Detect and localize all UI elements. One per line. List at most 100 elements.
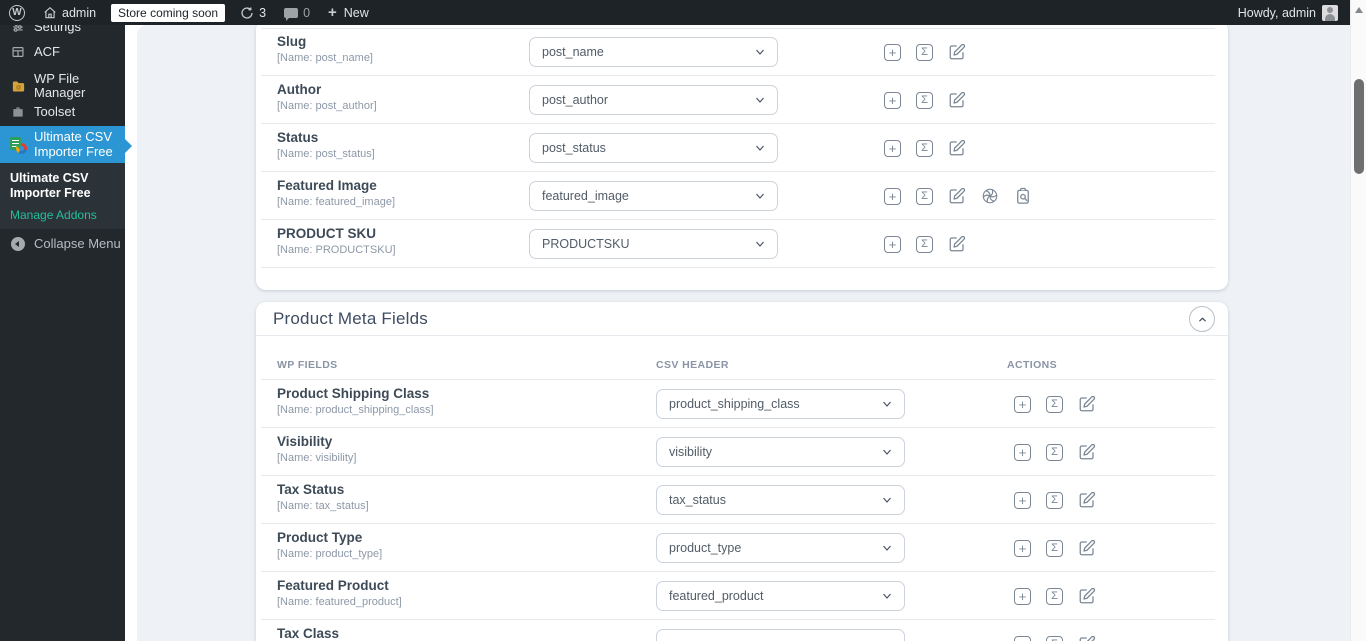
add-mapping-button[interactable]: + (884, 235, 901, 253)
csv-header-select[interactable]: post_name (529, 37, 778, 67)
csv-header-select[interactable]: featured_image (529, 181, 778, 211)
wp-field-name: [Name: featured_product] (277, 596, 402, 608)
formula-button[interactable]: Σ (1046, 635, 1063, 641)
chevron-up-icon (1198, 317, 1206, 321)
formula-button[interactable]: Σ (1046, 491, 1063, 509)
add-mapping-button[interactable]: + (1014, 635, 1031, 641)
edit-button[interactable] (948, 91, 966, 109)
add-mapping-button[interactable]: + (1014, 491, 1031, 509)
formula-button[interactable]: Σ (1046, 539, 1063, 557)
edit-button[interactable] (1078, 635, 1096, 641)
card-header: Product Meta Fields (256, 302, 1228, 336)
edit-button[interactable] (1078, 539, 1096, 557)
comments-indicator[interactable]: 0 (275, 0, 319, 25)
new-content-menu[interactable]: + New (319, 0, 378, 25)
edit-button[interactable] (1078, 395, 1096, 413)
wp-field-label: PRODUCT SKU (277, 226, 377, 241)
wp-field: Product Type [Name: product_type] (277, 530, 382, 560)
row-actions: + Σ (1014, 620, 1096, 641)
add-mapping-button[interactable]: + (1014, 395, 1031, 413)
csv-header-select[interactable]: product_type (656, 533, 905, 563)
csv-header-select[interactable]: PRODUCTSKU (529, 229, 778, 259)
edit-button[interactable] (1078, 443, 1096, 461)
csv-header-selected-value: post_author (542, 93, 609, 107)
wp-field-label: Featured Product (277, 578, 389, 593)
wp-field: PRODUCT SKU [Name: PRODUCTSKU] (277, 226, 396, 256)
clipboard-search-button[interactable] (1014, 187, 1032, 205)
submenu-item-manage-addons[interactable]: Manage Addons (10, 208, 115, 222)
wp-field: Status [Name: post_status] (277, 130, 375, 160)
collapse-section-button[interactable] (1189, 306, 1215, 332)
add-mapping-button[interactable]: + (884, 139, 901, 157)
edit-button[interactable] (948, 235, 966, 253)
formula-button[interactable]: Σ (916, 139, 933, 157)
edit-button[interactable] (948, 43, 966, 61)
plus-icon: + (328, 4, 337, 21)
add-mapping-button[interactable]: + (1014, 443, 1031, 461)
csv-header-selected-value: product_shipping_class (669, 397, 800, 411)
formula-button[interactable]: Σ (916, 43, 933, 61)
sidebar-item-label: Settings (34, 25, 81, 34)
howdy-text: Howdy, admin (1237, 5, 1316, 20)
formula-button[interactable]: Σ (916, 235, 933, 253)
csv-header-select[interactable]: visibility (656, 437, 905, 467)
submenu-item-ultimate-csv-importer[interactable]: Ultimate CSV Importer Free (10, 171, 115, 201)
wp-field-name: [Name: visibility] (277, 452, 357, 464)
scrollbar-up-arrow[interactable] (1355, 7, 1363, 13)
acf-table-icon (10, 44, 26, 60)
svg-text:@: @ (15, 85, 20, 91)
updates-indicator[interactable]: 3 (231, 0, 275, 25)
sidebar-item-label: Ultimate CSV Importer Free (34, 129, 113, 159)
wp-field-label: Product Shipping Class (277, 386, 430, 401)
site-name-link[interactable]: admin (34, 0, 105, 25)
row-actions: + Σ (884, 124, 966, 172)
sidebar-item-toolset[interactable]: Toolset (0, 99, 125, 125)
add-mapping-button[interactable]: + (884, 187, 901, 205)
aperture-icon[interactable] (981, 187, 999, 205)
chevron-down-icon (883, 497, 891, 503)
csv-header-select[interactable]: featured_product (656, 581, 905, 611)
coming-soon-badge[interactable]: Store coming soon (111, 3, 226, 22)
add-mapping-button[interactable]: + (884, 91, 901, 109)
formula-button[interactable]: Σ (1046, 587, 1063, 605)
my-account-menu[interactable]: Howdy, admin (1232, 0, 1344, 25)
sidebar-item-ultimate-csv-importer[interactable]: Ultimate CSV Importer Free (0, 126, 125, 163)
add-mapping-button[interactable]: + (1014, 587, 1031, 605)
csv-header-select[interactable] (656, 629, 905, 641)
row-actions: + Σ (884, 28, 966, 76)
sidebar-item-acf[interactable]: ACF (0, 39, 125, 65)
wp-field-name: [Name: featured_image] (277, 196, 396, 208)
formula-button[interactable]: Σ (916, 187, 933, 205)
featured-image-extra-actions (981, 187, 1032, 205)
formula-button[interactable]: Σ (1046, 443, 1063, 461)
formula-button[interactable]: Σ (1046, 395, 1063, 413)
sidebar-item-label: ACF (34, 43, 60, 59)
chevron-down-icon (756, 97, 764, 103)
add-mapping-button[interactable]: + (884, 43, 901, 61)
add-mapping-button[interactable]: + (1014, 539, 1031, 557)
csv-header-select[interactable]: post_status (529, 133, 778, 163)
sidebar-item-wp-file-manager[interactable]: @ WP File Manager (0, 71, 125, 100)
wp-field: Featured Product [Name: featured_product… (277, 578, 402, 608)
sidebar-item-settings[interactable]: Settings (0, 25, 125, 40)
edit-button[interactable] (1078, 491, 1096, 509)
collapse-menu-button[interactable]: Collapse Menu (0, 231, 125, 257)
edit-button[interactable] (1078, 587, 1096, 605)
wp-field-name: [Name: product_shipping_class] (277, 404, 434, 416)
updates-count: 3 (259, 5, 267, 20)
wp-field-label: Slug (277, 34, 307, 49)
csv-header-select[interactable]: product_shipping_class (656, 389, 905, 419)
wp-field-label: Visibility (277, 434, 333, 449)
page-scrollbar[interactable] (1350, 0, 1366, 641)
wordpress-logo-menu[interactable]: W (0, 0, 34, 25)
edit-button[interactable] (948, 187, 966, 205)
column-csv-header: CSV HEADER (656, 359, 729, 371)
formula-button[interactable]: Σ (916, 91, 933, 109)
wp-field: Author [Name: post_author] (277, 82, 377, 112)
csv-header-select[interactable]: post_author (529, 85, 778, 115)
edit-button[interactable] (948, 139, 966, 157)
scrollbar-thumb[interactable] (1354, 79, 1364, 174)
product-meta-fields-card: Product Meta Fields WP FIELDS CSV HEADER… (256, 302, 1228, 641)
csv-header-select[interactable]: tax_status (656, 485, 905, 515)
wp-field-label: Featured Image (277, 178, 377, 193)
